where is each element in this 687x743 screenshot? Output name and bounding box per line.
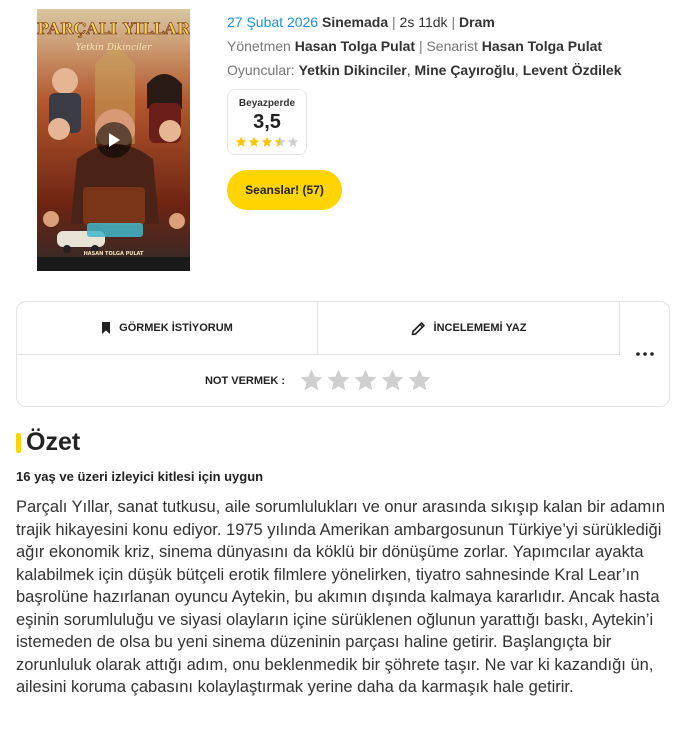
user-rating-row: NOT VERMEK : <box>17 355 620 406</box>
age-rating-note: 16 yaş ve üzeri izleyici kitlesi için uy… <box>16 469 264 484</box>
star-icon <box>235 136 247 147</box>
play-trailer-button[interactable] <box>96 122 132 158</box>
director-label: Yönetmen <box>227 38 291 54</box>
movie-meta: 27 Şubat 2026 Sinemada | 2s 11dk | Dram … <box>227 10 622 82</box>
cast-separator: , <box>514 62 519 78</box>
summary-title: Özet <box>26 428 81 456</box>
write-review-label: İNCELEMEMİ YAZ <box>433 322 527 334</box>
writer-label: Senarist <box>426 38 478 54</box>
rate-star-icon[interactable] <box>326 368 351 393</box>
release-status: Sinemada <box>321 14 389 30</box>
cast-separator: , <box>406 62 411 78</box>
star-icon <box>287 136 299 147</box>
rate-star-icon[interactable] <box>380 368 405 393</box>
more-options-button[interactable] <box>620 302 670 406</box>
meta-separator: | <box>418 38 423 54</box>
play-icon <box>109 133 120 147</box>
pencil-icon <box>411 321 425 335</box>
want-to-watch-button[interactable]: GÖRMEK İSTİYORUM <box>17 302 318 355</box>
director-link[interactable]: Hasan Tolga Pulat <box>295 38 415 54</box>
release-date-link[interactable]: 27 Şubat 2026 <box>227 14 318 30</box>
summary-heading: Özet <box>16 428 80 457</box>
cast-link[interactable]: Levent Özdilek <box>523 62 622 78</box>
summary-text: Parçalı Yıllar, sanat tutkusu, aile soru… <box>16 498 666 696</box>
cast-link[interactable]: Mine Çayıroğlu <box>415 62 515 78</box>
meta-separator: | <box>451 14 456 30</box>
star-icon <box>248 136 260 147</box>
rate-star-icon[interactable] <box>299 368 324 393</box>
movie-poster[interactable]: PARÇALI YILLAR Yetkin Dikinciler HASAN T… <box>37 9 190 271</box>
meta-crew-row: Yönetmen Hasan Tolga Pulat | Senarist Ha… <box>227 34 622 58</box>
meta-cast-row: Oyuncular: Yetkin Dikinciler, Mine Çayır… <box>227 58 622 82</box>
meta-release-row: 27 Şubat 2026 Sinemada | 2s 11dk | Dram <box>227 10 622 34</box>
bookmark-icon <box>102 322 111 334</box>
star-icon <box>261 136 273 147</box>
rate-star-icon[interactable] <box>353 368 378 393</box>
poster-subtitle-art: Yetkin Dikinciler <box>76 43 152 53</box>
press-rating-card[interactable]: Beyazperde 3,5 <box>227 89 307 155</box>
heading-accent-bar <box>16 432 21 453</box>
cast-link[interactable]: Yetkin Dikinciler <box>299 62 407 78</box>
genre-link[interactable]: Dram <box>459 14 495 30</box>
writer-link[interactable]: Hasan Tolga Pulat <box>482 38 602 54</box>
user-rating-stars <box>299 368 432 393</box>
cast-label: Oyuncular: <box>227 62 295 78</box>
rating-stars <box>228 136 306 148</box>
meta-separator: | <box>392 14 396 30</box>
star-icon <box>274 136 286 147</box>
rating-source-label: Beyazperde <box>238 98 296 109</box>
showtimes-button[interactable]: Seanslar! (57) <box>227 170 342 210</box>
more-icon <box>636 352 654 356</box>
rate-star-icon[interactable] <box>407 368 432 393</box>
duration: 2s 11dk <box>399 14 448 30</box>
poster-credit-art: HASAN TOLGA PULAT <box>84 251 144 257</box>
poster-title-art: PARÇALI YILLAR <box>37 19 190 38</box>
rating-score: 3,5 <box>253 111 281 133</box>
want-to-watch-label: GÖRMEK İSTİYORUM <box>119 322 233 334</box>
rate-label: NOT VERMEK : <box>204 374 286 387</box>
write-review-button[interactable]: İNCELEMEMİ YAZ <box>318 302 620 355</box>
user-actions-panel: GÖRMEK İSTİYORUM İNCELEMEMİ YAZ NOT VERM… <box>16 301 670 407</box>
